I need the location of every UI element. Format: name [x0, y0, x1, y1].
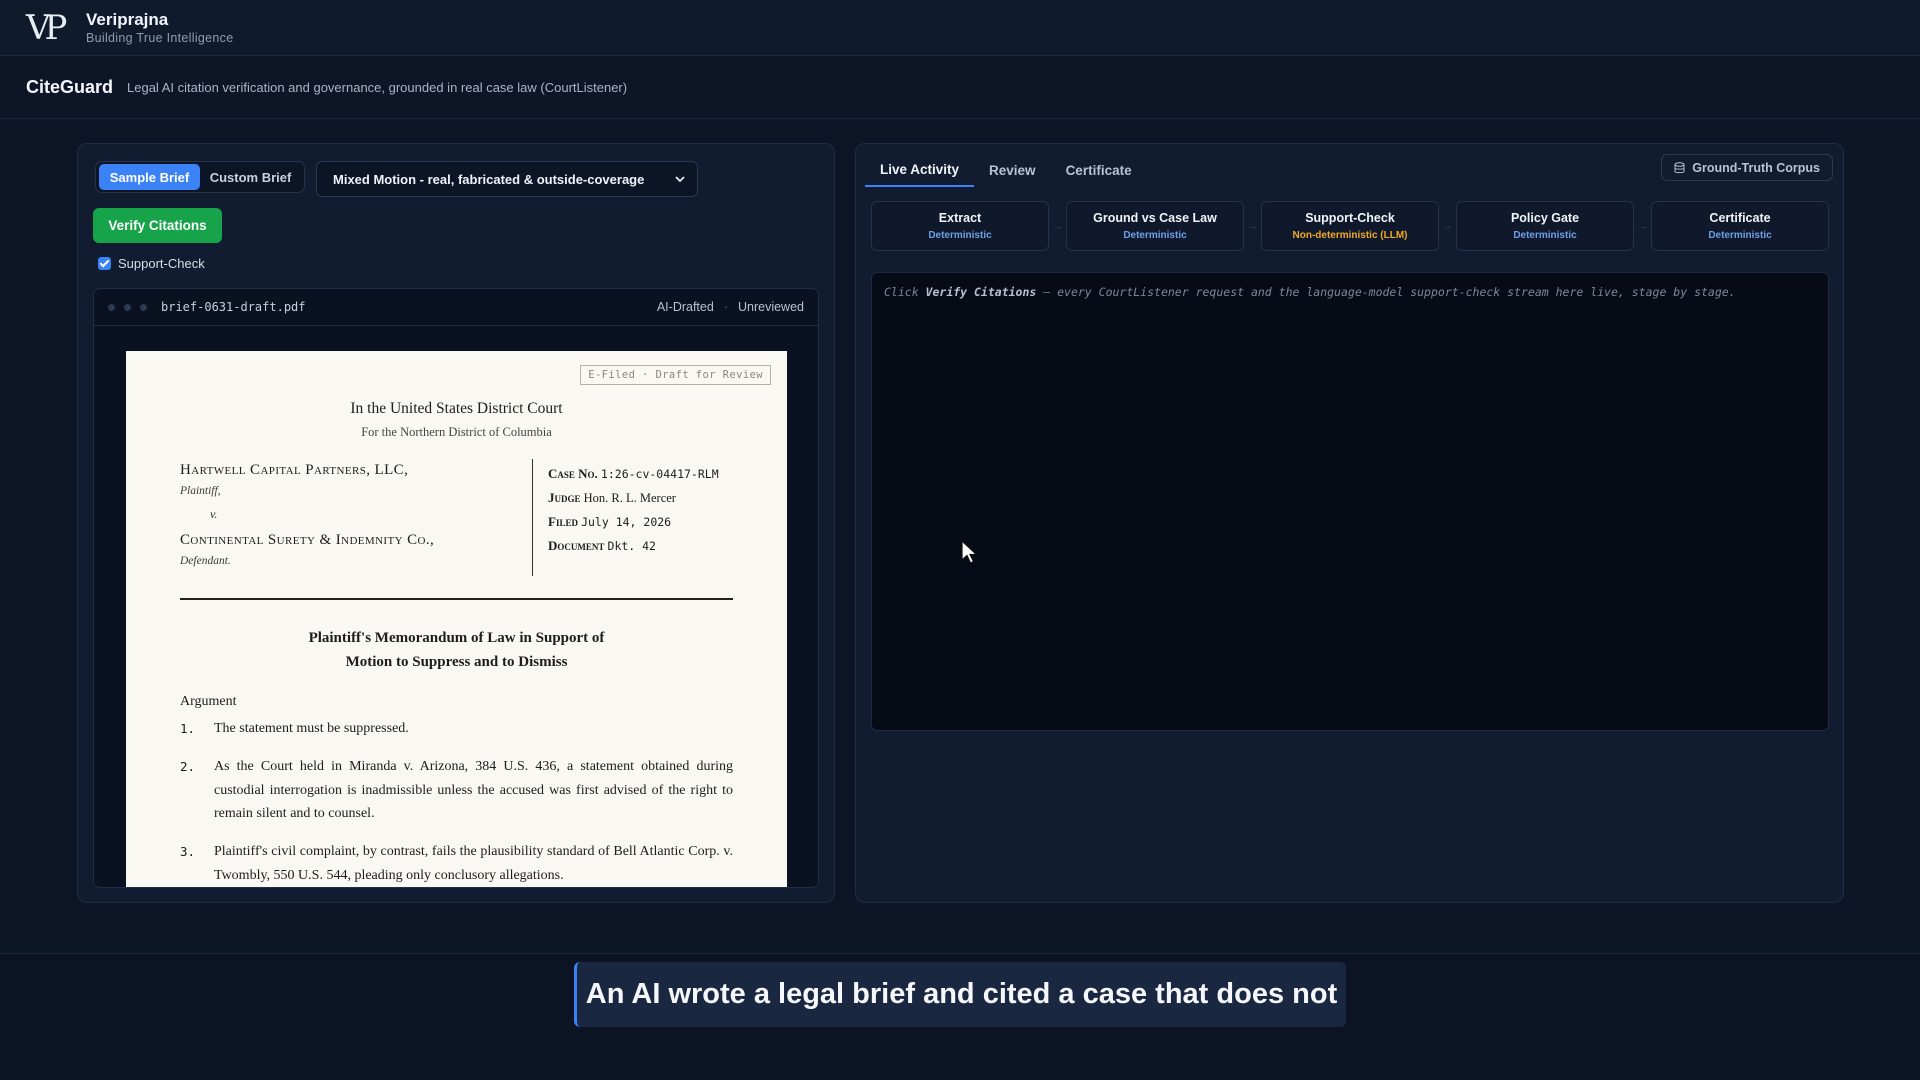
section-heading: Argument [180, 694, 237, 709]
versus: v. [210, 507, 218, 521]
document-row: Document Dkt. 42 [548, 538, 656, 553]
arrow-right-icon: → [1052, 220, 1063, 232]
brand-text: Veriprajna Building True Intelligence [86, 10, 233, 46]
stage-ground-vs-case-law: Ground vs Case Law Deterministic [1066, 201, 1244, 251]
case-number: 1:26-cv-04417-RLM [600, 467, 719, 481]
support-check-toggle[interactable]: Support-Check [98, 256, 205, 271]
judge-name: Hon. R. L. Mercer [583, 491, 676, 505]
plaintiff-name: Hartwell Capital Partners, LLC, [180, 462, 409, 478]
stage-policy-gate: Policy Gate Deterministic [1456, 201, 1634, 251]
memo-title: Plaintiff's Memorandum of Law in Support… [308, 630, 605, 670]
ai-drafted-status: AI-Drafted [656, 300, 714, 314]
sample-brief-tab[interactable]: Sample Brief [99, 164, 200, 190]
veriprajna-logo: VP [26, 7, 67, 48]
narration-caption: An AI wrote a legal brief and cited a ca… [574, 962, 1346, 1027]
court-name: In the United States District Court [350, 400, 563, 417]
arrow-right-icon: → [1247, 220, 1258, 232]
arrow-right-icon: → [1442, 220, 1453, 232]
corpus-button-label: Ground-Truth Corpus [1692, 160, 1820, 175]
brief-paragraph: 3. Plaintiff's civil complaint, by contra… [180, 844, 733, 883]
chevron-down-icon [675, 176, 685, 183]
app-title: CiteGuard [26, 77, 114, 97]
defendant-role: Defendant. [180, 555, 231, 567]
case-caption-parties: Hartwell Capital Partners, LLC, Plaintif… [180, 462, 520, 567]
caption-divider [532, 459, 533, 576]
brief-paragraph: 1. The statement must be suppressed. [180, 721, 409, 736]
ground-truth-corpus-button[interactable]: Ground-Truth Corpus [1661, 154, 1833, 181]
pipeline-stages: Extract Deterministic → Ground vs Case La… [871, 201, 1829, 251]
verify-citations-button[interactable]: Verify Citations [93, 208, 222, 243]
support-check-checkbox[interactable] [98, 257, 111, 270]
sample-brief-select[interactable]: Mixed Motion - real, fabricated & outsid… [316, 161, 698, 197]
viewer-toolbar: brief-0631-draft.pdf AI-Drafted · Unrevi… [94, 289, 818, 326]
window-dots [108, 303, 147, 311]
tab-review[interactable]: Review [974, 153, 1051, 187]
sample-brief-select-value: Mixed Motion - real, fabricated & outsid… [333, 171, 645, 187]
brief-paragraph: 2. As the Court held in Miranda v. Arizon… [180, 759, 733, 821]
review-status: Unreviewed [737, 300, 804, 314]
app-header: CiteGuard Legal AI citation verification… [0, 57, 1920, 119]
activity-panel: Live Activity Review Certificate Ground-… [855, 143, 1844, 903]
tab-certificate[interactable]: Certificate [1051, 153, 1147, 187]
judge-row: Judge Hon. R. L. Mercer [548, 490, 676, 505]
brand-bar: VP Veriprajna Building True Intelligence [0, 0, 1920, 56]
filed-date: July 14, 2026 [581, 515, 672, 529]
activity-tabs: Live Activity Review Certificate [865, 153, 1147, 187]
docket-number: Dkt. 42 [607, 539, 656, 553]
filing-stamp: E-Filed · Draft for Review [580, 365, 771, 385]
database-icon [1674, 161, 1685, 173]
defendant-name: Continental Surety & Indemnity Co., [180, 532, 435, 548]
caption-rule [180, 598, 733, 600]
document-filename: brief-0631-draft.pdf [161, 300, 306, 314]
tab-live-activity[interactable]: Live Activity [865, 153, 975, 187]
plaintiff-role: Plaintiff, [180, 485, 221, 497]
stage-support-check: Support-Check Non-deterministic (LLM) [1261, 201, 1439, 251]
case-number-row: Case No. 1:26-cv-04417-RLM [548, 466, 719, 481]
brief-panel: Sample Brief Custom Brief Mixed Motion -… [77, 143, 835, 903]
brand-tagline: Building True Intelligence [86, 30, 234, 45]
arrow-right-icon: → [1637, 220, 1648, 232]
stage-extract: Extract Deterministic [871, 201, 1049, 251]
custom-brief-tab[interactable]: Custom Brief [200, 164, 301, 190]
mouse-cursor-icon [961, 540, 979, 564]
live-activity-console: Click Verify Citations — every CourtList… [871, 272, 1829, 731]
support-check-label: Support-Check [118, 256, 205, 271]
status-separator: · [723, 300, 728, 314]
app-subtitle: Legal AI citation verification and gover… [127, 80, 628, 95]
brand-name: Veriprajna [86, 9, 169, 29]
filed-row: Filed July 14, 2026 [548, 514, 672, 529]
district-name: For the Northern District of Columbia [361, 425, 552, 439]
document-viewer: brief-0631-draft.pdf AI-Drafted · Unrevi… [93, 288, 819, 888]
case-details: Case No. 1:26-cv-04417-RLM Judge Hon. R.… [548, 462, 748, 558]
brief-mode-toggle: Sample Brief Custom Brief [95, 161, 305, 193]
brief-page: E-Filed · Draft for Review In the United… [126, 351, 787, 887]
stage-certificate: Certificate Deterministic [1651, 201, 1829, 251]
